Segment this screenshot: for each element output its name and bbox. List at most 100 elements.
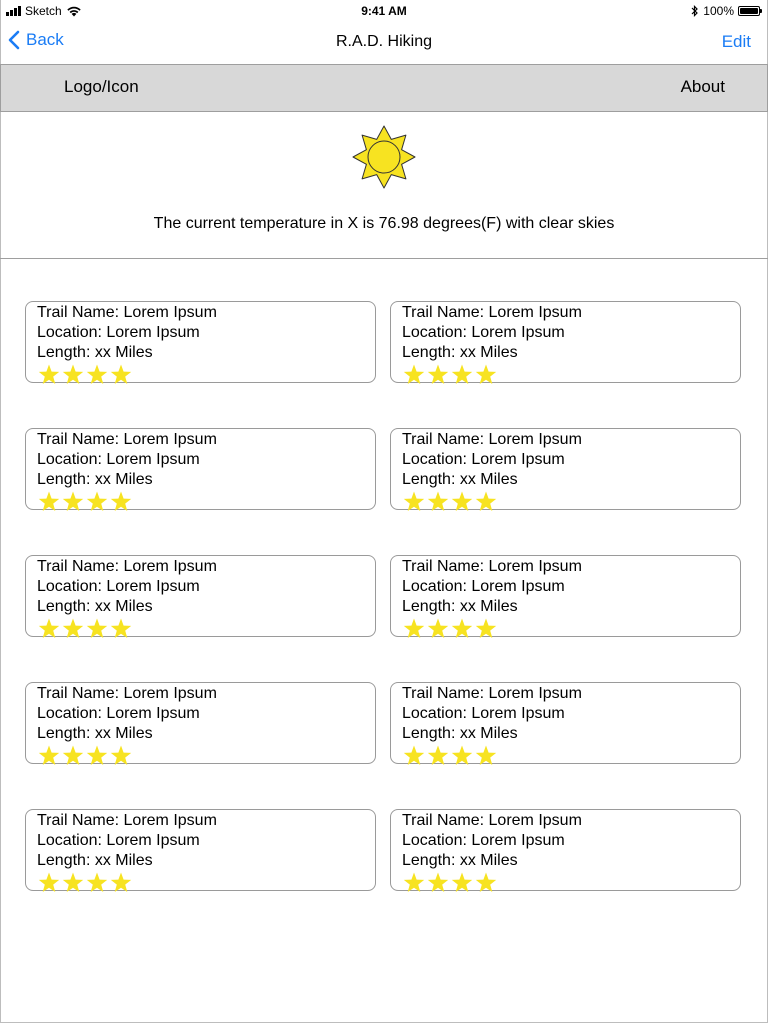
trail-card[interactable]: Trail Name: Lorem Ipsum Location: Lorem I… (390, 809, 741, 892)
star-icon (427, 618, 449, 638)
trail-length: Length: xx Miles (37, 725, 153, 742)
status-right: 100% (691, 4, 762, 18)
star-icon (38, 872, 60, 892)
trail-card[interactable]: Trail Name: Lorem Ipsum Location: Lorem I… (390, 428, 741, 511)
star-icon (38, 618, 60, 638)
star-icon (403, 618, 425, 638)
star-icon (403, 745, 425, 765)
logo-placeholder[interactable]: Logo/Icon (64, 77, 139, 97)
trail-name: Trail Name: Lorem Ipsum (402, 558, 582, 575)
trail-location: Location: Lorem Ipsum (37, 578, 200, 595)
trail-name: Trail Name: Lorem Ipsum (402, 431, 582, 448)
star-icon (110, 618, 132, 638)
star-icon (38, 745, 60, 765)
trail-card[interactable]: Trail Name: Lorem Ipsum Location: Lorem I… (25, 809, 376, 892)
star-rating (37, 490, 375, 514)
star-icon (86, 872, 108, 892)
trail-location: Location: Lorem Ipsum (37, 324, 200, 341)
star-icon (427, 491, 449, 511)
trail-card[interactable]: Trail Name: Lorem Ipsum Location: Lorem I… (25, 682, 376, 765)
star-rating (402, 490, 740, 514)
star-icon (62, 618, 84, 638)
edit-button[interactable]: Edit (722, 32, 751, 52)
trail-length: Length: xx Miles (402, 344, 518, 361)
star-icon (62, 872, 84, 892)
star-icon (62, 364, 84, 384)
battery-icon (738, 6, 762, 16)
star-icon (403, 364, 425, 384)
star-icon (451, 364, 473, 384)
bluetooth-icon (691, 5, 699, 17)
star-icon (427, 364, 449, 384)
star-icon (110, 872, 132, 892)
battery-percent: 100% (703, 4, 734, 18)
star-rating (402, 871, 740, 895)
star-icon (475, 364, 497, 384)
trail-location: Location: Lorem Ipsum (37, 705, 200, 722)
star-rating (37, 744, 375, 768)
trail-name: Trail Name: Lorem Ipsum (37, 685, 217, 702)
status-bar: Sketch 9:41 AM 100% (0, 0, 768, 22)
star-icon (403, 491, 425, 511)
status-time: 9:41 AM (361, 4, 407, 18)
star-icon (86, 491, 108, 511)
trail-name: Trail Name: Lorem Ipsum (402, 812, 582, 829)
sun-icon (352, 125, 416, 189)
trail-card[interactable]: Trail Name: Lorem Ipsum Location: Lorem I… (25, 555, 376, 638)
trail-length: Length: xx Miles (37, 471, 153, 488)
trail-name: Trail Name: Lorem Ipsum (402, 304, 582, 321)
star-icon (38, 364, 60, 384)
trail-name: Trail Name: Lorem Ipsum (37, 304, 217, 321)
star-icon (38, 491, 60, 511)
weather-description: The current temperature in X is 76.98 de… (153, 215, 615, 232)
star-icon (62, 745, 84, 765)
trail-length: Length: xx Miles (402, 725, 518, 742)
star-icon (86, 364, 108, 384)
trail-card[interactable]: Trail Name: Lorem Ipsum Location: Lorem I… (25, 301, 376, 384)
trail-location: Location: Lorem Ipsum (402, 451, 565, 468)
star-icon (86, 618, 108, 638)
trail-length: Length: xx Miles (37, 344, 153, 361)
trail-card[interactable]: Trail Name: Lorem Ipsum Location: Lorem I… (25, 428, 376, 511)
trail-name: Trail Name: Lorem Ipsum (37, 812, 217, 829)
trail-name: Trail Name: Lorem Ipsum (402, 685, 582, 702)
about-link[interactable]: About (681, 77, 725, 97)
trail-location: Location: Lorem Ipsum (37, 832, 200, 849)
trail-length: Length: xx Miles (402, 471, 518, 488)
star-icon (475, 872, 497, 892)
star-icon (62, 491, 84, 511)
star-icon (475, 491, 497, 511)
star-icon (110, 745, 132, 765)
star-rating (37, 871, 375, 895)
star-icon (475, 745, 497, 765)
star-icon (110, 364, 132, 384)
trail-length: Length: xx Miles (37, 852, 153, 869)
trail-card[interactable]: Trail Name: Lorem Ipsum Location: Lorem I… (390, 555, 741, 638)
weather-panel: The current temperature in X is 76.98 de… (0, 111, 768, 259)
star-icon (427, 745, 449, 765)
star-icon (451, 618, 473, 638)
app-header: Logo/Icon About (0, 64, 768, 112)
star-icon (475, 618, 497, 638)
trail-card[interactable]: Trail Name: Lorem Ipsum Location: Lorem I… (390, 682, 741, 765)
trail-length: Length: xx Miles (37, 598, 153, 615)
star-rating (37, 363, 375, 387)
trail-card[interactable]: Trail Name: Lorem Ipsum Location: Lorem I… (390, 301, 741, 384)
star-rating (402, 617, 740, 641)
trail-length: Length: xx Miles (402, 852, 518, 869)
trail-location: Location: Lorem Ipsum (402, 832, 565, 849)
star-icon (451, 745, 473, 765)
star-icon (451, 872, 473, 892)
trail-name: Trail Name: Lorem Ipsum (37, 431, 217, 448)
navigation-bar: Back R.A.D. Hiking Edit (0, 22, 768, 64)
star-icon (403, 872, 425, 892)
star-icon (110, 491, 132, 511)
trail-location: Location: Lorem Ipsum (37, 451, 200, 468)
star-icon (86, 745, 108, 765)
star-rating (37, 617, 375, 641)
star-icon (451, 491, 473, 511)
trail-location: Location: Lorem Ipsum (402, 324, 565, 341)
trail-length: Length: xx Miles (402, 598, 518, 615)
star-icon (427, 872, 449, 892)
trail-location: Location: Lorem Ipsum (402, 578, 565, 595)
